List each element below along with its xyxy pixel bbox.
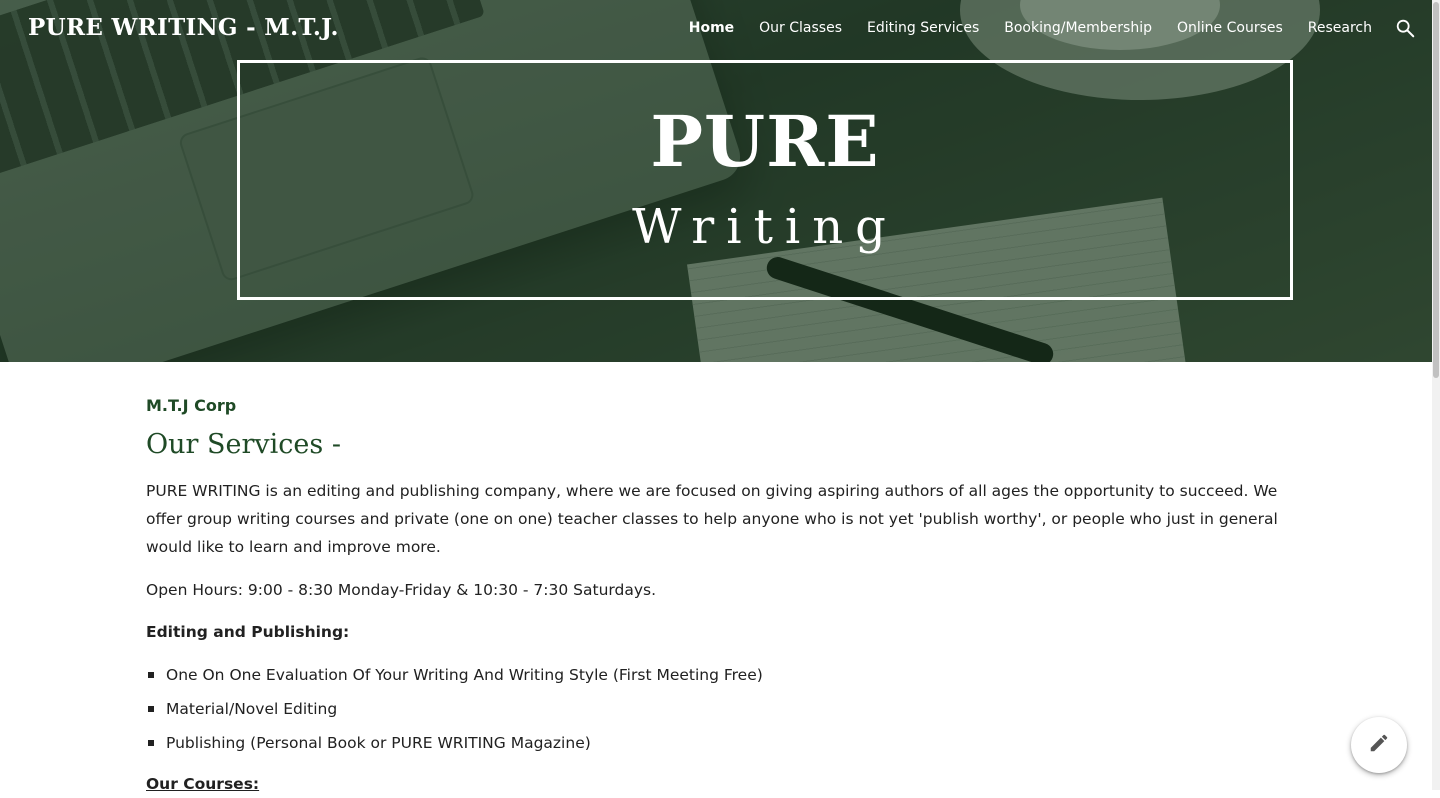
hero-subtitle: Writing xyxy=(632,199,898,255)
main-nav: Home Our Classes Editing Services Bookin… xyxy=(664,14,1416,42)
scrollbar-thumb[interactable] xyxy=(1433,2,1439,378)
search-icon[interactable] xyxy=(1394,17,1416,39)
list-item: One On One Evaluation Of Your Writing An… xyxy=(146,658,1291,692)
scrollbar[interactable] xyxy=(1432,0,1440,790)
main-content: M.T.J Corp Our Services - PURE WRITING i… xyxy=(146,396,1291,798)
edit-button[interactable] xyxy=(1351,717,1407,773)
nav-item-booking-membership[interactable]: Booking/Membership xyxy=(1004,20,1152,36)
list-item: Publishing (Personal Book or PURE WRITIN… xyxy=(146,726,1291,760)
nav-item-home[interactable]: Home xyxy=(689,20,734,36)
company-name: M.T.J Corp xyxy=(146,396,237,415)
intro-paragraph: PURE WRITING is an editing and publishin… xyxy=(146,482,1278,557)
list-item: Material/Novel Editing xyxy=(146,692,1291,726)
courses-heading: Our Courses: xyxy=(146,775,260,794)
hero-title-box: PURE Writing xyxy=(237,60,1293,300)
services-heading: Our Services - xyxy=(146,429,341,460)
pencil-icon xyxy=(1368,732,1390,758)
open-hours: Open Hours: 9:00 - 8:30 Monday-Friday & … xyxy=(146,581,657,600)
hero-title: PURE xyxy=(650,100,880,183)
editing-heading: Editing and Publishing: xyxy=(146,623,350,642)
nav-item-online-courses[interactable]: Online Courses xyxy=(1177,20,1283,36)
editing-list: One On One Evaluation Of Your Writing An… xyxy=(146,658,1291,760)
nav-item-editing-services[interactable]: Editing Services xyxy=(867,20,979,36)
nav-item-research[interactable]: Research xyxy=(1308,20,1372,36)
nav-item-our-classes[interactable]: Our Classes xyxy=(759,20,842,36)
site-title[interactable]: PURE WRITING - M.T.J. xyxy=(28,14,339,41)
